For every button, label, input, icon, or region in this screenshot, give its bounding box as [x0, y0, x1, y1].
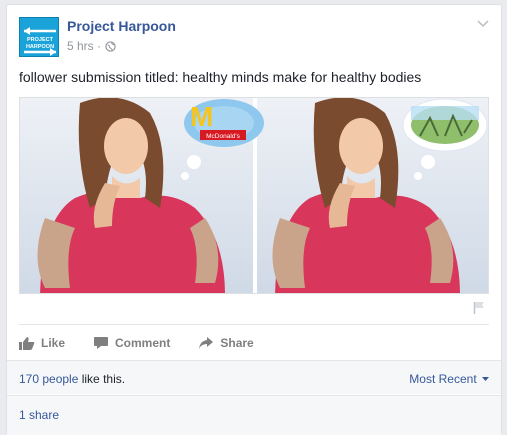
- svg-text:McDonald's: McDonald's: [206, 133, 241, 140]
- likes-count-link[interactable]: 170 people: [19, 372, 78, 386]
- like-button[interactable]: Like: [19, 325, 65, 361]
- harpoon-logo-icon: PROJECT HARPOON: [20, 18, 58, 56]
- shares-count-link[interactable]: 1 share: [19, 408, 59, 422]
- sort-comments-dropdown[interactable]: Most Recent: [409, 372, 489, 386]
- post-card: PROJECT HARPOON Project Harpoon 5 hrs · …: [6, 4, 502, 435]
- post-meta: 5 hrs ·: [67, 39, 117, 55]
- meme-image: M McDonald's: [20, 98, 488, 293]
- post-photo[interactable]: M McDonald's: [19, 97, 489, 294]
- post-timestamp[interactable]: 5 hrs: [67, 39, 94, 53]
- svg-text:PROJECT: PROJECT: [27, 37, 54, 43]
- page-avatar[interactable]: PROJECT HARPOON: [19, 17, 59, 57]
- share-arrow-icon: [199, 336, 214, 349]
- shares-row: 1 share: [7, 395, 501, 435]
- share-button[interactable]: Share: [198, 325, 254, 361]
- post-options-chevron-icon[interactable]: [477, 17, 489, 31]
- likes-suffix: like this.: [78, 372, 126, 386]
- reactions-summary: 170 people like this. Most Recent: [7, 360, 501, 394]
- thumbs-up-icon: [19, 336, 35, 350]
- share-label: Share: [220, 335, 254, 350]
- like-label: Like: [41, 335, 66, 350]
- post-header: PROJECT HARPOON Project Harpoon 5 hrs ·: [19, 17, 489, 61]
- comment-label: Comment: [115, 335, 171, 350]
- sort-label: Most Recent: [409, 372, 477, 386]
- svg-text:M: M: [190, 101, 213, 132]
- caret-down-icon: [482, 377, 489, 381]
- post-actions: Like Comment Share: [19, 324, 489, 360]
- likes-summary: 170 people like this.: [19, 372, 125, 386]
- comment-icon: [94, 336, 109, 349]
- svg-text:HARPOON: HARPOON: [26, 44, 54, 50]
- meta-separator: ·: [97, 39, 102, 53]
- post-text: follower submission titled: healthy mind…: [19, 69, 422, 85]
- page-name-link[interactable]: Project Harpoon: [67, 18, 176, 34]
- report-flag-icon[interactable]: [473, 301, 485, 320]
- globe-icon: [105, 41, 117, 55]
- comment-button[interactable]: Comment: [93, 325, 170, 361]
